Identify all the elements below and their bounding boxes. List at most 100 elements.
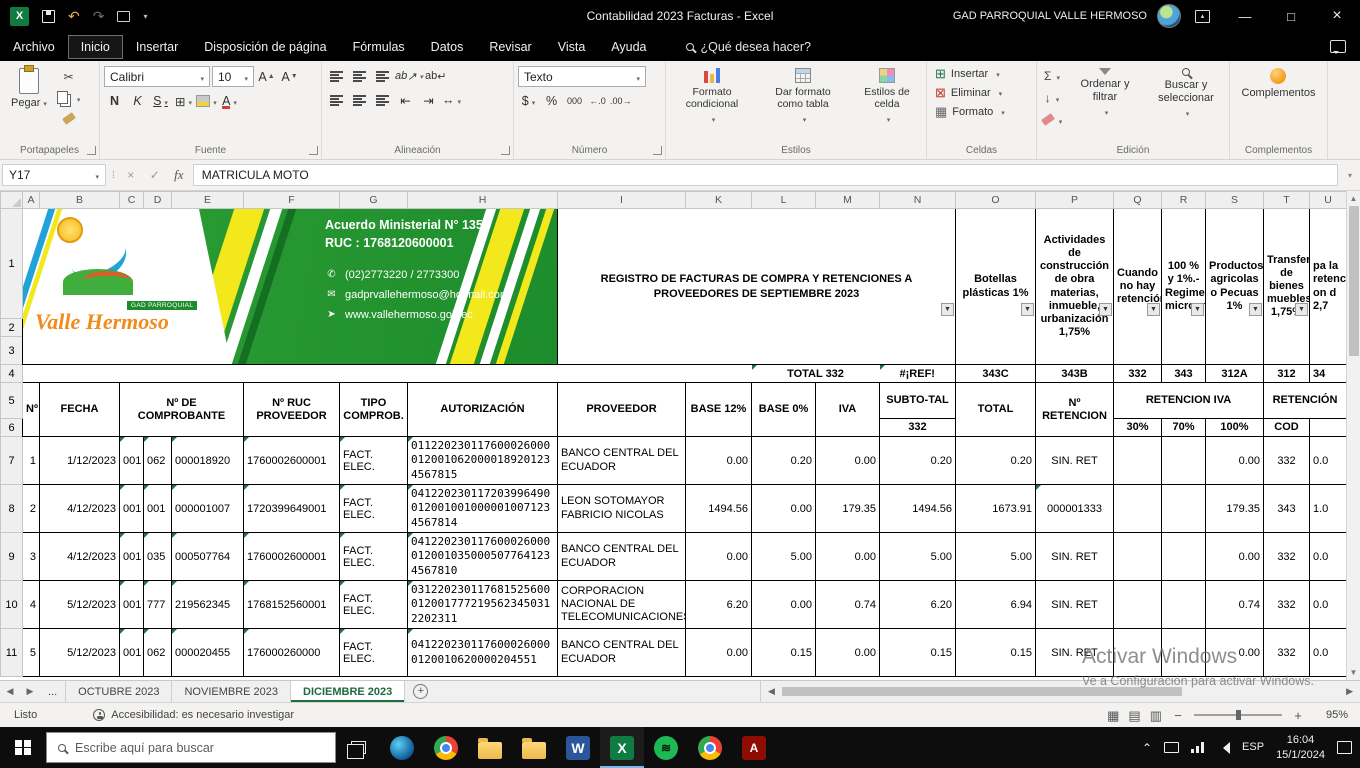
grid-cell[interactable]: [1162, 629, 1206, 677]
tax-header-s[interactable]: Productos agricolas o Pecuas 1%▼: [1206, 209, 1264, 365]
header-nretencion[interactable]: Nº RETENCION: [1036, 383, 1114, 437]
grid-cell[interactable]: 0.20: [956, 437, 1036, 485]
scroll-right-icon[interactable]: ▶: [1341, 686, 1358, 697]
taskbar-excel[interactable]: X: [600, 727, 644, 768]
taskbar-file-explorer[interactable]: [468, 727, 512, 768]
grid-cell[interactable]: 6.20: [880, 581, 956, 629]
network-tray-icon[interactable]: [1191, 742, 1205, 753]
grid-cell[interactable]: 0.15: [956, 629, 1036, 677]
grid-cell[interactable]: 3: [23, 533, 40, 581]
grid-cell[interactable]: [340, 365, 408, 383]
column-header-d[interactable]: D: [144, 192, 172, 209]
accounting-format-button[interactable]: $: [518, 91, 539, 111]
grid-cell[interactable]: 062: [144, 629, 172, 677]
grid-cell[interactable]: 0.00: [1206, 533, 1264, 581]
vertical-scrollbar[interactable]: ▲ ▼: [1346, 191, 1360, 680]
column-header-q[interactable]: Q: [1114, 192, 1162, 209]
delete-cells-button[interactable]: ⊠Eliminar: [931, 83, 1006, 102]
grid-cell[interactable]: 219562345: [172, 581, 244, 629]
sheet-tab-octubre[interactable]: OCTUBRE 2023: [66, 681, 172, 702]
addins-button[interactable]: Complementos: [1235, 64, 1323, 104]
taskbar-search[interactable]: Escribe aquí para buscar: [46, 732, 336, 763]
format-painter-button[interactable]: [57, 109, 81, 128]
header-iva[interactable]: IVA: [816, 383, 880, 437]
grid-cell[interactable]: 0.00: [816, 533, 880, 581]
grid-cell[interactable]: [244, 365, 340, 383]
grid-cell[interactable]: [558, 365, 686, 383]
wrap-text-button[interactable]: ab↵: [425, 66, 446, 86]
next-sheet-icon[interactable]: ▶: [20, 681, 40, 702]
grid-cell[interactable]: 0.00: [686, 533, 752, 581]
grid-cell[interactable]: [23, 365, 40, 383]
vertical-scroll-thumb[interactable]: [1349, 206, 1359, 356]
zoom-out-button[interactable]: −: [1171, 708, 1185, 723]
grid-cell[interactable]: 000001333: [1036, 485, 1114, 533]
filter-dropdown-icon[interactable]: ▼: [941, 303, 954, 316]
column-header-m[interactable]: M: [816, 192, 880, 209]
horizontal-scroll-thumb[interactable]: [782, 687, 1182, 696]
column-header-s[interactable]: S: [1206, 192, 1264, 209]
grid-cell[interactable]: 001: [120, 485, 144, 533]
header-base0[interactable]: BASE 0%: [752, 383, 816, 437]
grid-cell[interactable]: 1760002600001: [244, 437, 340, 485]
merge-center-button[interactable]: ↔: [441, 90, 462, 110]
grid-cell[interactable]: 062: [144, 437, 172, 485]
increase-indent-button[interactable]: ⇥: [418, 90, 439, 110]
grid-cell[interactable]: 332: [1114, 365, 1162, 383]
row-header[interactable]: 1: [1, 209, 23, 319]
filter-dropdown-icon[interactable]: ▼: [1249, 303, 1262, 316]
sheet-tab-noviembre[interactable]: NOVIEMBRE 2023: [172, 681, 291, 702]
column-header-n[interactable]: N: [880, 192, 956, 209]
conditional-formatting-button[interactable]: Formato condicional: [670, 64, 754, 129]
alignment-dialog-launcher[interactable]: [501, 146, 510, 155]
grid-cell[interactable]: 0.15: [880, 629, 956, 677]
grid-cell[interactable]: 0.00: [816, 437, 880, 485]
save-icon[interactable]: [42, 10, 55, 23]
row-header[interactable]: 6: [1, 419, 23, 437]
align-left-button[interactable]: [326, 90, 347, 110]
header-total[interactable]: TOTAL: [956, 383, 1036, 437]
grid-cell[interactable]: 0.20: [880, 437, 956, 485]
taskbar-browser[interactable]: [688, 727, 732, 768]
header-base12[interactable]: BASE 12%: [686, 383, 752, 437]
cell-styles-button[interactable]: Estilos de celda: [852, 64, 922, 129]
clipboard-dialog-launcher[interactable]: [87, 146, 96, 155]
grid-cell[interactable]: [1114, 437, 1162, 485]
font-size-combo[interactable]: 10: [212, 66, 254, 87]
grid-cell[interactable]: 343C: [956, 365, 1036, 383]
avatar[interactable]: [1157, 4, 1181, 28]
grid-cell[interactable]: 1: [23, 437, 40, 485]
filter-dropdown-icon[interactable]: ▼: [1099, 303, 1112, 316]
font-color-button[interactable]: A: [219, 91, 240, 111]
taskbar-spotify[interactable]: ≋: [644, 727, 688, 768]
grid-cell[interactable]: FACT. ELEC.: [340, 581, 408, 629]
column-header-u[interactable]: U: [1310, 192, 1347, 209]
grid-cell[interactable]: 0412202301176000260000120010350005077641…: [408, 533, 558, 581]
grid-cell[interactable]: 179.35: [1206, 485, 1264, 533]
grid-cell[interactable]: 2: [23, 485, 40, 533]
grid-cell[interactable]: 6.20: [686, 581, 752, 629]
doc-title-cell[interactable]: REGISTRO DE FACTURAS DE COMPRA Y RETENCI…: [558, 209, 956, 365]
taskbar-acrobat[interactable]: A: [732, 727, 776, 768]
grid-cell[interactable]: 332: [1264, 437, 1310, 485]
tax-header-q[interactable]: Cuando no hay retención▼: [1114, 209, 1162, 365]
grid-cell[interactable]: 34: [1310, 365, 1347, 383]
start-button[interactable]: [0, 727, 46, 768]
grid-cell[interactable]: 5/12/2023: [40, 581, 120, 629]
header-332[interactable]: 332: [880, 419, 956, 437]
grid-cell[interactable]: 1494.56: [686, 485, 752, 533]
row-header[interactable]: 4: [1, 365, 23, 383]
header-ruc[interactable]: Nº RUC PROVEEDOR: [244, 383, 340, 437]
decrease-indent-button[interactable]: ⇤: [395, 90, 416, 110]
header-retencion[interactable]: RETENCIÓN: [1264, 383, 1347, 419]
total-332-cell[interactable]: TOTAL 332: [752, 365, 880, 383]
taskbar-word[interactable]: W: [556, 727, 600, 768]
grid-cell[interactable]: 176000260000: [244, 629, 340, 677]
page-break-view-icon[interactable]: ▥: [1150, 709, 1162, 722]
decrease-decimal-button[interactable]: .00→: [610, 91, 632, 111]
grid-cell[interactable]: 0.15: [752, 629, 816, 677]
bold-button[interactable]: N: [104, 91, 125, 111]
header-30[interactable]: 30%: [1114, 419, 1162, 437]
grid-cell[interactable]: FACT. ELEC.: [340, 485, 408, 533]
grid-cell[interactable]: 5.00: [880, 533, 956, 581]
